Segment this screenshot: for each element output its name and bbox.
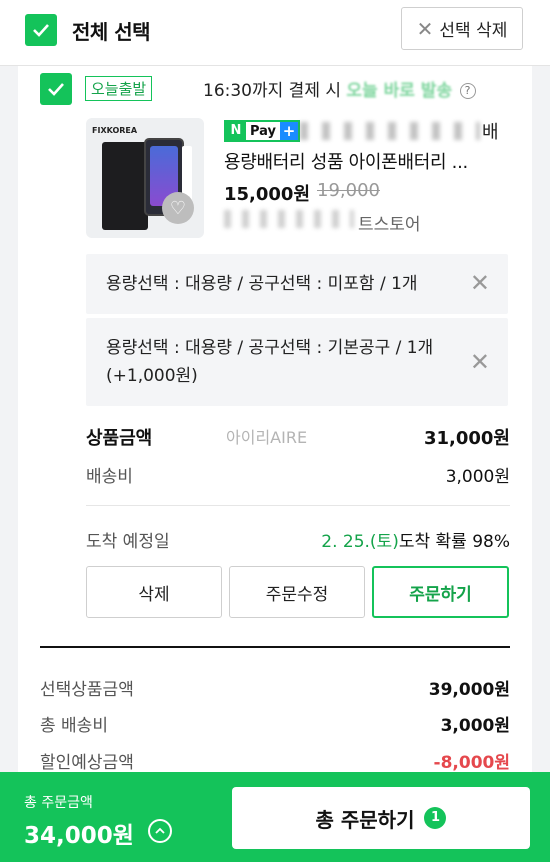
arrival-info: 2. 25.(토)도착 확률 98% <box>321 527 510 552</box>
shipping-notice-highlight: 오늘 바로 발송 <box>346 81 453 101</box>
heart-icon[interactable]: ♡ <box>162 192 194 224</box>
seller-name-suffix: 배 <box>482 122 499 143</box>
check-icon <box>48 83 64 96</box>
close-icon: ✕ <box>416 16 434 41</box>
npay-label: Pay <box>250 123 277 139</box>
arrival-date: 2. 25.(토) <box>321 532 399 552</box>
delete-button[interactable]: 삭제 <box>86 566 222 618</box>
selected-amount-row: 선택상품금액 39,000원 <box>40 675 510 700</box>
product-name[interactable]: 용량배터리 성품 아이폰배터리 ... <box>224 148 468 174</box>
selected-amount-value: 39,000원 <box>428 680 510 700</box>
order-all-button[interactable]: 총 주문하기 1 <box>232 787 530 849</box>
watermark: 아이리AIRE <box>226 428 308 447</box>
option-item: 용량선택 : 대용량 / 공구선택 : 기본공구 / 1개 (+1,000원) … <box>86 318 508 406</box>
total-shipping-value: 3,000원 <box>440 716 510 736</box>
shipping-notice: 16:30까지 결제 시 오늘 바로 발송 ? <box>203 76 476 101</box>
order-count-badge: 1 <box>424 807 447 829</box>
question-icon[interactable]: ? <box>459 83 476 99</box>
product-price: 15,000원 <box>224 184 311 205</box>
seller-name-blurred <box>300 122 480 140</box>
product-old-price: 19,000 <box>317 180 380 201</box>
shipping-row: 오늘출발 16:30까지 결제 시 오늘 바로 발송 ? <box>40 70 510 106</box>
product-image-brand: FIXKOREA <box>92 126 138 135</box>
divider <box>86 505 510 506</box>
today-ship-badge: 오늘출발 <box>85 76 153 101</box>
close-icon[interactable]: ✕ <box>470 269 490 297</box>
option-text: 용량선택 : 대용량 / 공구선택 : 기본공구 / 1개 (+1,000원) <box>106 338 434 386</box>
total-shipping-row: 총 배송비 3,000원 <box>40 711 510 736</box>
discount-value: -8,000원 <box>433 753 510 773</box>
delete-selected-button[interactable]: ✕ 선택 삭제 <box>401 7 523 50</box>
total-order-label: 총 주문금액 <box>24 795 93 811</box>
npay-plus: + <box>280 122 299 140</box>
option-item: 용량선택 : 대용량 / 공구선택 : 미포함 / 1개 ✕ <box>86 254 508 314</box>
discount-label: 할인예상금액 <box>40 753 134 773</box>
order-all-label: 총 주문하기 <box>315 807 415 832</box>
npay-badge: N Pay + <box>224 120 301 142</box>
store-name-suffix[interactable]: 트스토어 <box>358 210 421 235</box>
battery-graphic <box>102 142 148 230</box>
arrival-label: 도착 예정일 <box>86 532 170 552</box>
discount-row: 할인예상금액 -8,000원 <box>40 748 510 773</box>
total-shipping-label: 총 배송비 <box>40 716 108 736</box>
item-checkbox[interactable] <box>40 73 72 105</box>
npay-n: N <box>226 122 246 140</box>
delete-selected-label: 선택 삭제 <box>439 21 508 41</box>
subtotal-label: 상품금액 <box>86 428 153 449</box>
store-name-blurred <box>224 210 354 228</box>
check-icon <box>33 24 49 37</box>
order-button[interactable]: 주문하기 <box>372 566 509 618</box>
select-all-checkbox[interactable] <box>25 14 57 46</box>
total-order-amount: 34,000원 <box>24 823 134 849</box>
arrival-probability: 도착 확률 98% <box>398 532 510 552</box>
bottom-order-bar: 총 주문금액 34,000원 총 주문하기 1 <box>0 772 550 862</box>
selected-amount-label: 선택상품금액 <box>40 680 134 700</box>
shipping-notice-prefix: 16:30까지 결제 시 <box>203 81 347 101</box>
shipping-fee-value: 3,000원 <box>445 467 510 487</box>
select-all-label: 전체 선택 <box>72 20 151 44</box>
close-icon[interactable]: ✕ <box>470 348 490 376</box>
totals-divider <box>40 646 510 648</box>
subtotal-value: 31,000원 <box>423 428 510 449</box>
top-bar: 전체 선택 ✕ 선택 삭제 <box>0 0 550 66</box>
edit-order-button[interactable]: 주문수정 <box>229 566 365 618</box>
shipping-fee-label: 배송비 <box>86 467 133 487</box>
chevron-up-icon[interactable] <box>148 819 172 843</box>
option-text: 용량선택 : 대용량 / 공구선택 : 미포함 / 1개 <box>106 274 418 294</box>
